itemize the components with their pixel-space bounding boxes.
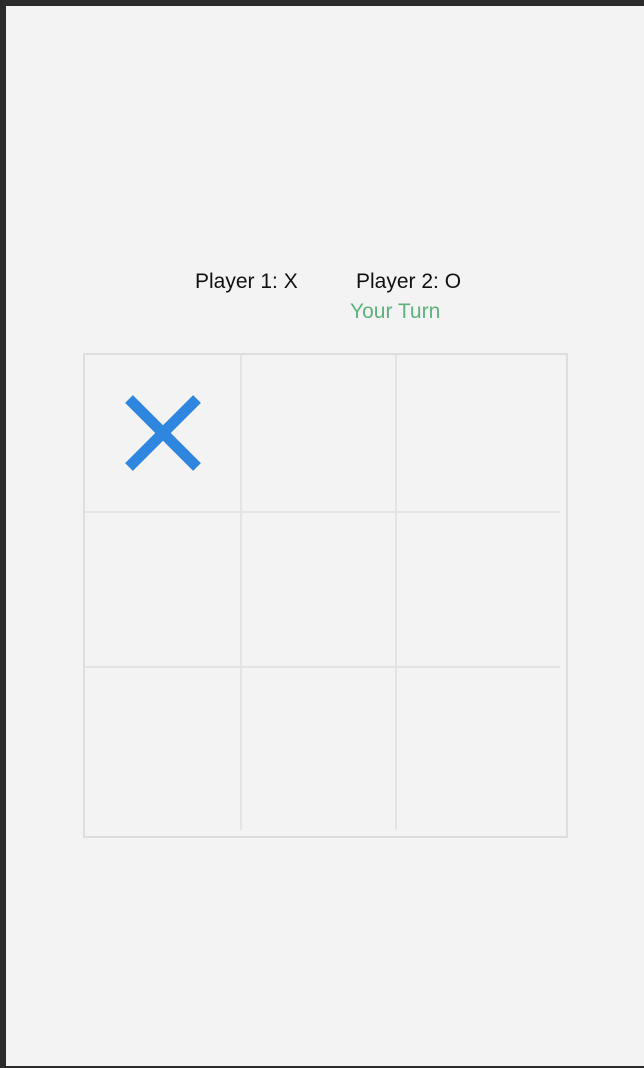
board-cell-0-1[interactable]: [242, 355, 395, 511]
turn-status: Your Turn: [350, 300, 441, 323]
board-cell-2-1[interactable]: [242, 668, 395, 836]
player2-label: Player 2: O: [356, 270, 462, 293]
board-cell-2-2[interactable]: [397, 668, 566, 836]
board-cell-1-2[interactable]: [397, 513, 566, 666]
x-mark-icon: [125, 395, 201, 471]
board-cell-1-1[interactable]: [242, 513, 395, 666]
game-screen: Player 1: X Player 2: O Your Turn: [6, 6, 644, 1066]
board-cell-2-0[interactable]: [85, 668, 240, 836]
player1-label: Player 1: X: [195, 270, 298, 293]
game-board: [83, 353, 568, 838]
board-cell-1-0[interactable]: [85, 513, 240, 666]
board-cell-0-0[interactable]: [85, 355, 240, 511]
players-bar: Player 1: X Player 2: O: [6, 270, 644, 298]
board-cell-0-2[interactable]: [397, 355, 566, 511]
